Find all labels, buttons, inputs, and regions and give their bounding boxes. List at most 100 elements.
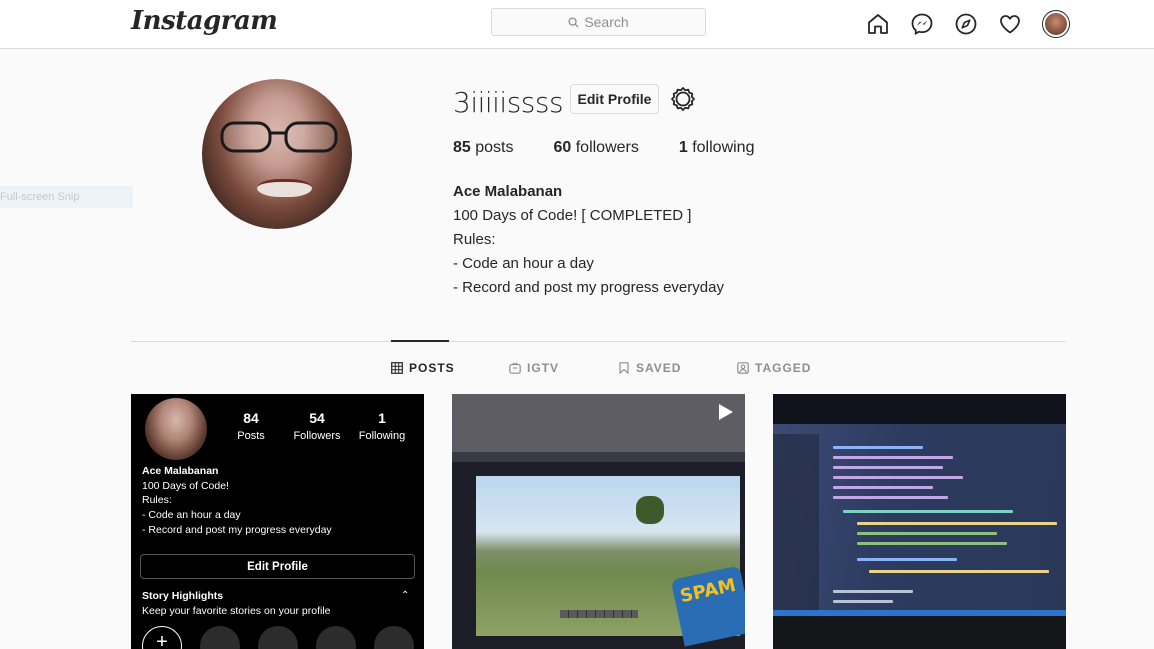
post-bio-line: - Record and post my progress everyday bbox=[142, 523, 332, 536]
bio-line: Rules: bbox=[453, 231, 496, 248]
tab-tagged[interactable]: TAGGED bbox=[737, 361, 811, 375]
highlight-placeholder bbox=[258, 626, 298, 649]
post-stat-count: 84 bbox=[243, 410, 259, 426]
code-line bbox=[833, 486, 933, 489]
heart-activity-icon[interactable] bbox=[998, 12, 1022, 36]
code-line bbox=[833, 476, 963, 479]
post-story-highlights-sub: Keep your favorite stories on your profi… bbox=[142, 605, 331, 617]
post-avatar-image bbox=[145, 398, 207, 460]
chevron-up-icon: ⌃ bbox=[401, 590, 410, 601]
profile-username: 3iiiiissss bbox=[453, 86, 564, 119]
search-input[interactable]: Search bbox=[491, 8, 706, 36]
glasses-detail bbox=[220, 121, 338, 153]
explore-compass-icon[interactable] bbox=[954, 12, 978, 36]
code-line bbox=[857, 532, 997, 535]
post-name: Ace Malabanan bbox=[142, 465, 219, 477]
stat-followers[interactable]: 60 followers bbox=[553, 139, 638, 157]
post-bio-line: - Code an hour a day bbox=[142, 509, 241, 522]
hotbar-detail bbox=[560, 610, 638, 618]
tab-posts-label: POSTS bbox=[409, 361, 455, 375]
stat-following-label: following bbox=[687, 139, 755, 156]
messenger-icon[interactable] bbox=[910, 12, 934, 36]
settings-gear-icon[interactable] bbox=[670, 86, 696, 112]
post-thumbnail-minecraft-video[interactable]: SPAM bbox=[452, 394, 745, 649]
profile-stats: 85 posts 60 followers 1 following bbox=[453, 139, 794, 157]
stat-followers-label: followers bbox=[571, 139, 639, 156]
home-icon[interactable] bbox=[866, 12, 890, 36]
new-highlight-plus-icon: + bbox=[142, 626, 182, 649]
profile-avatar-nav[interactable] bbox=[1042, 10, 1070, 38]
search-icon bbox=[568, 16, 579, 28]
top-navigation-bar: Instagram Search bbox=[0, 0, 1154, 49]
code-line bbox=[833, 496, 948, 499]
tab-saved-label: SAVED bbox=[636, 361, 682, 375]
profile-bio: Ace Malabanan 100 Days of Code! [ COMPLE… bbox=[453, 180, 724, 300]
igtv-icon bbox=[509, 362, 521, 374]
avatar-image bbox=[1045, 13, 1067, 35]
tree-detail bbox=[636, 496, 664, 524]
stat-following-count: 1 bbox=[678, 139, 688, 156]
post-stat-count: 1 bbox=[378, 410, 386, 426]
post-stat: 54 Followers bbox=[291, 410, 343, 442]
post-stat-label: Posts bbox=[237, 430, 265, 442]
highlight-placeholder bbox=[200, 626, 240, 649]
laptop-keyboard-edge bbox=[773, 616, 1066, 649]
code-line bbox=[857, 542, 1007, 545]
tab-saved[interactable]: SAVED bbox=[618, 361, 681, 375]
stat-posts: 85 posts bbox=[453, 139, 513, 157]
bio-line: - Code an hour a day bbox=[453, 255, 594, 272]
code-line bbox=[833, 456, 953, 459]
post-stat: 84 Posts bbox=[231, 410, 271, 442]
editor-title-bar bbox=[452, 452, 745, 462]
post-stat-count: 54 bbox=[309, 410, 325, 426]
post-thumbnail-profile-screenshot[interactable]: 84 Posts 54 Followers 1 Following Ace Ma… bbox=[131, 394, 424, 649]
code-line bbox=[843, 510, 1013, 513]
code-line bbox=[833, 600, 893, 603]
code-line bbox=[857, 558, 957, 561]
tab-tagged-label: TAGGED bbox=[755, 361, 812, 375]
active-tab-indicator bbox=[391, 340, 449, 342]
highlight-placeholder bbox=[316, 626, 356, 649]
edit-profile-button[interactable]: Edit Profile bbox=[570, 84, 659, 114]
bookmark-icon bbox=[619, 362, 629, 374]
code-line bbox=[833, 590, 913, 593]
post-stat: 1 Following bbox=[355, 410, 409, 442]
code-line bbox=[833, 446, 923, 449]
grid-icon bbox=[391, 362, 403, 374]
tab-igtv[interactable]: IGTV bbox=[509, 361, 559, 375]
tab-posts[interactable]: POSTS bbox=[391, 361, 455, 375]
post-thumbnail-code-editor[interactable] bbox=[773, 394, 1066, 649]
post-edit-profile-label: Edit Profile bbox=[140, 554, 415, 579]
snip-overlay-label: Full-screen Snip bbox=[0, 186, 133, 208]
tagged-icon bbox=[737, 362, 749, 374]
post-stat-label: Following bbox=[358, 430, 406, 442]
code-line bbox=[833, 466, 943, 469]
code-line bbox=[857, 522, 1057, 525]
post-bio-text: Ace Malabanan 100 Days of Code! Rules: -… bbox=[142, 464, 332, 538]
profile-picture[interactable] bbox=[202, 79, 352, 229]
profile-full-name: Ace Malabanan bbox=[453, 183, 563, 200]
video-play-icon bbox=[719, 404, 733, 420]
post-bio-line: 100 Days of Code! bbox=[142, 479, 229, 492]
code-line bbox=[869, 570, 1049, 573]
nav-icon-group bbox=[866, 10, 1070, 38]
spam-can-detail: SPAM bbox=[670, 565, 745, 647]
bio-line: - Record and post my progress everyday bbox=[453, 279, 724, 296]
post-bio-line: Rules: bbox=[142, 494, 172, 507]
bio-line: 100 Days of Code! [ COMPLETED ] bbox=[453, 207, 692, 224]
instagram-logo[interactable]: Instagram bbox=[131, 6, 278, 36]
laptop-bezel bbox=[773, 394, 1066, 424]
post-story-highlights-title: Story Highlights bbox=[142, 590, 224, 602]
stat-following[interactable]: 1 following bbox=[679, 139, 755, 157]
editor-sidebar bbox=[773, 434, 819, 624]
highlight-placeholder bbox=[374, 626, 414, 649]
mouth-detail bbox=[257, 179, 312, 197]
stat-followers-count: 60 bbox=[553, 139, 572, 156]
stat-posts-count: 85 bbox=[453, 139, 471, 156]
tab-igtv-label: IGTV bbox=[527, 361, 560, 375]
tabs-divider bbox=[131, 341, 1066, 342]
search-placeholder: Search bbox=[584, 14, 629, 30]
post-stat-label: Followers bbox=[293, 430, 341, 442]
stat-posts-label: posts bbox=[470, 139, 514, 156]
spam-can-text: SPAM bbox=[678, 574, 738, 608]
